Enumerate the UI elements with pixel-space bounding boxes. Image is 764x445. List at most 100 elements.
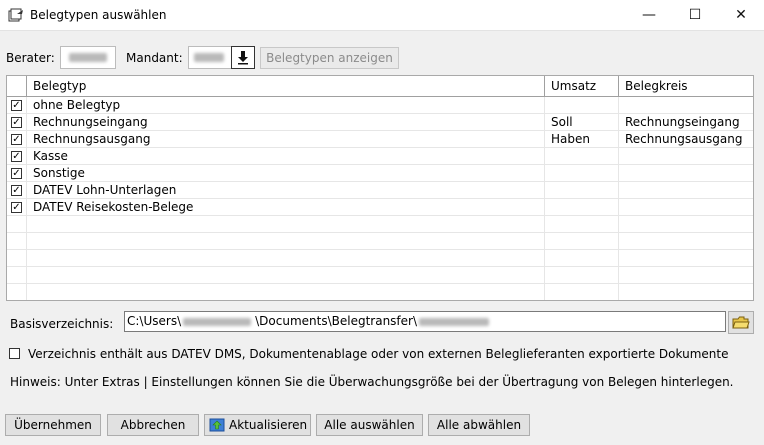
folder-icon [732, 316, 750, 329]
row-check-cell [7, 216, 27, 233]
row-checkbox[interactable]: ✓ [11, 151, 22, 162]
cell-belegkreis [619, 216, 753, 233]
window-title: Belegtypen auswählen [30, 8, 167, 22]
cell-belegtyp: DATEV Lohn-Unterlagen [27, 182, 545, 199]
row-checkbox[interactable]: ✓ [11, 100, 22, 111]
cancel-button[interactable]: Abbrechen [107, 414, 199, 436]
row-check-cell: ✓ [7, 131, 27, 148]
basis-path-input[interactable]: C:\Users\ \Documents\Belegtransfer\ [124, 311, 726, 332]
cell-umsatz: Soll [545, 114, 619, 131]
row-checkbox[interactable]: ✓ [11, 185, 22, 196]
dialog-body: Berater: Mandant: Belegtypen anzeigen Be… [0, 30, 764, 445]
refresh-button-label: Aktualisieren [229, 418, 308, 432]
row-check-cell [7, 233, 27, 250]
cell-umsatz [545, 148, 619, 165]
basis-label: Basisverzeichnis: [10, 317, 114, 331]
cell-belegtyp: Rechnungsausgang [27, 131, 545, 148]
mandant-field[interactable] [188, 46, 232, 69]
maximize-button[interactable]: ☐ [672, 0, 718, 30]
row-check-cell [7, 284, 27, 300]
table-row[interactable]: ✓ Sonstige [7, 165, 753, 182]
apply-button[interactable]: Übernehmen [5, 414, 101, 436]
cell-umsatz [545, 216, 619, 233]
cell-belegkreis [619, 267, 753, 284]
cell-belegtyp: ohne Belegtyp [27, 97, 545, 114]
row-checkbox[interactable]: ✓ [11, 202, 22, 213]
cell-belegkreis [619, 165, 753, 182]
basis-path-text: C:\Users\ \Documents\Belegtransfer\ [127, 314, 493, 328]
refresh-button[interactable]: Aktualisieren [204, 414, 311, 436]
row-check-cell: ✓ [7, 97, 27, 114]
table-row-empty [7, 233, 753, 250]
cell-belegtyp [27, 233, 545, 250]
table-row[interactable]: ✓ DATEV Lohn-Unterlagen [7, 182, 753, 199]
hint-text: Hinweis: Unter Extras | Einstellungen kö… [10, 375, 734, 389]
table-row[interactable]: ✓ DATEV Reisekosten-Belege [7, 199, 753, 216]
table-row-empty [7, 267, 753, 284]
mandant-label: Mandant: [126, 51, 183, 65]
row-check-cell: ✓ [7, 182, 27, 199]
cell-umsatz [545, 182, 619, 199]
cell-belegtyp [27, 267, 545, 284]
path-folder-redacted [417, 317, 493, 327]
table-row[interactable]: ✓ Rechnungsausgang Haben Rechnungsausgang [7, 131, 753, 148]
cell-belegkreis: Rechnungsausgang [619, 131, 753, 148]
select-all-button[interactable]: Alle auswählen [316, 414, 423, 436]
row-check-cell [7, 250, 27, 267]
cell-umsatz: Haben [545, 131, 619, 148]
cell-belegtyp: Sonstige [27, 165, 545, 182]
title-bar: Belegtypen auswählen — ☐ ✕ [0, 0, 764, 30]
cell-belegkreis [619, 199, 753, 216]
cell-umsatz [545, 284, 619, 300]
cell-umsatz [545, 250, 619, 267]
table-row-empty [7, 250, 753, 267]
arrow-down-icon [238, 51, 248, 65]
cell-belegkreis [619, 233, 753, 250]
close-button[interactable]: ✕ [718, 0, 764, 30]
belegtyp-grid: Belegtyp Umsatz Belegkreis ✓ ohne Belegty… [6, 75, 754, 301]
row-check-cell: ✓ [7, 199, 27, 216]
row-check-cell [7, 267, 27, 284]
header-belegkreis[interactable]: Belegkreis [619, 76, 753, 96]
cell-belegtyp: Rechnungseingang [27, 114, 545, 131]
table-row-empty [7, 284, 753, 300]
table-row[interactable]: ✓ Rechnungseingang Soll Rechnungseingang [7, 114, 753, 131]
cell-umsatz [545, 233, 619, 250]
header-umsatz[interactable]: Umsatz [545, 76, 619, 96]
cell-belegtyp [27, 284, 545, 300]
minimize-button[interactable]: — [626, 0, 672, 30]
row-check-cell: ✓ [7, 114, 27, 131]
refresh-icon [209, 418, 225, 432]
table-row[interactable]: ✓ ohne Belegtyp [7, 97, 753, 114]
cell-belegtyp: Kasse [27, 148, 545, 165]
cell-belegtyp [27, 216, 545, 233]
dms-export-label: Verzeichnis enthält aus DATEV DMS, Dokum… [28, 347, 729, 361]
row-check-cell: ✓ [7, 148, 27, 165]
mandant-dropdown-button[interactable] [231, 46, 255, 69]
row-check-cell: ✓ [7, 165, 27, 182]
row-checkbox[interactable]: ✓ [11, 117, 22, 128]
browse-folder-button[interactable] [728, 311, 754, 334]
path-username-redacted [181, 317, 255, 327]
berater-label: Berater: [6, 51, 55, 65]
deselect-all-button[interactable]: Alle abwählen [428, 414, 530, 436]
row-checkbox[interactable]: ✓ [11, 168, 22, 179]
cell-umsatz [545, 199, 619, 216]
path-prefix: C:\Users\ [127, 314, 182, 328]
cell-belegtyp [27, 250, 545, 267]
table-row[interactable]: ✓ Kasse [7, 148, 753, 165]
header-belegtyp[interactable]: Belegtyp [27, 76, 545, 96]
cell-umsatz [545, 165, 619, 182]
cell-belegkreis [619, 182, 753, 199]
cell-belegtyp: DATEV Reisekosten-Belege [27, 199, 545, 216]
show-belegtypen-button[interactable]: Belegtypen anzeigen [260, 47, 399, 69]
row-checkbox[interactable]: ✓ [11, 134, 22, 145]
dms-export-checkbox[interactable] [9, 348, 20, 359]
document-select-icon [8, 8, 23, 22]
berater-field[interactable] [60, 46, 116, 69]
path-middle: \Documents\Belegtransfer\ [255, 314, 418, 328]
table-row-empty [7, 216, 753, 233]
cell-belegkreis [619, 148, 753, 165]
header-check-column [7, 76, 27, 96]
cell-belegkreis [619, 97, 753, 114]
